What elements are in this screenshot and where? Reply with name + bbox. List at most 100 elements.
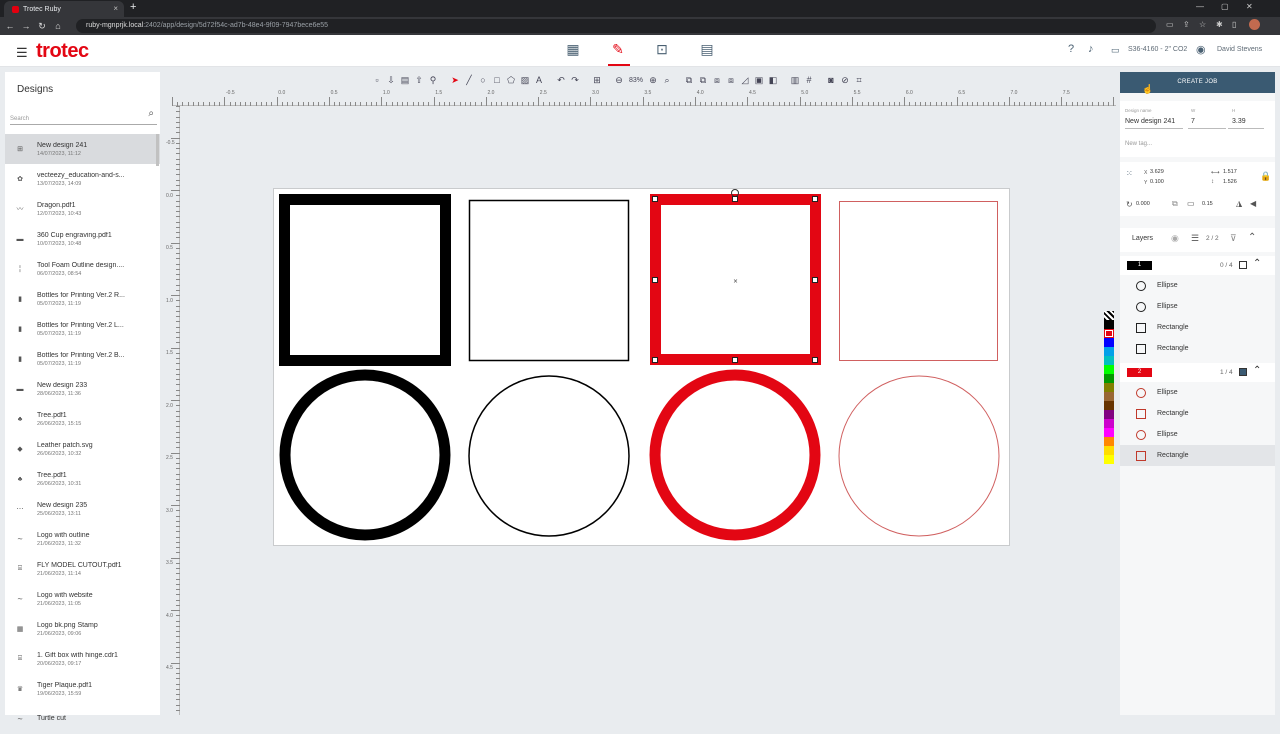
- palette-swatch[interactable]: [1104, 392, 1114, 401]
- resize-handle-t[interactable]: [732, 196, 738, 202]
- resize-handle-b[interactable]: [732, 357, 738, 363]
- design-canvas[interactable]: ×: [273, 188, 1010, 546]
- design-list-item[interactable]: ▮ Bottles for Printing Ver.2 B... 05/07/20…: [5, 344, 160, 374]
- palette-swatch[interactable]: [1104, 428, 1114, 437]
- design-list-item[interactable]: ♣ Tree.pdf1 26/06/2023, 15:15: [5, 404, 160, 434]
- minimize-icon[interactable]: —: [1196, 2, 1204, 11]
- layer-color-chip[interactable]: 1: [1127, 261, 1152, 270]
- design-name-field[interactable]: New design 241: [1125, 118, 1175, 125]
- thick-black-circle[interactable]: [279, 369, 451, 541]
- design-list-item[interactable]: ▬ 360 Cup engraving.pdf1 10/07/2023, 10:48: [5, 224, 160, 254]
- palette-swatch[interactable]: [1104, 401, 1114, 410]
- lock-ratio-icon[interactable]: 🔒: [1260, 171, 1271, 182]
- design-list-item[interactable]: ▦ Logo bk.png Stamp 21/06/2023, 09:06: [5, 614, 160, 644]
- resize-handle-bl[interactable]: [652, 357, 658, 363]
- palette-swatch[interactable]: [1104, 410, 1114, 419]
- close-tab-icon[interactable]: ×: [113, 4, 118, 13]
- collapse-all-icon[interactable]: ⌃: [1248, 232, 1256, 243]
- reload-icon[interactable]: ↻: [34, 21, 50, 32]
- flip-horizontal-icon[interactable]: ◀: [1250, 199, 1256, 208]
- layer-item[interactable]: Ellipse: [1120, 275, 1275, 296]
- install-icon[interactable]: ▭: [1166, 20, 1174, 29]
- menu-icon[interactable]: ☰: [16, 45, 28, 61]
- jobs-mode-icon[interactable]: ▤: [697, 41, 717, 61]
- design-width-field[interactable]: 7: [1191, 118, 1195, 125]
- rotate-view-icon[interactable]: ⊘: [838, 73, 852, 87]
- layer-item[interactable]: Rectangle: [1120, 317, 1275, 338]
- palette-swatch[interactable]: [1104, 455, 1114, 464]
- grid-icon[interactable]: #: [802, 73, 816, 87]
- palette-swatch[interactable]: [1104, 365, 1114, 374]
- design-list-item[interactable]: ♣ Tree.pdf1 26/06/2023, 10:31: [5, 464, 160, 494]
- forward-icon[interactable]: →: [18, 21, 34, 31]
- layer-item[interactable]: Ellipse: [1120, 296, 1275, 317]
- fit-icon[interactable]: ⊞: [590, 73, 604, 87]
- design-list-item[interactable]: ⋯ New design 235 25/06/2023, 13:11: [5, 494, 160, 524]
- sidepanel-icon[interactable]: ▯: [1232, 20, 1236, 29]
- design-list-item[interactable]: ╎ Tool Foam Outline design.... 06/07/2023,…: [5, 254, 160, 284]
- image-tool-icon[interactable]: ▨: [518, 73, 532, 87]
- design-height-field[interactable]: 3.39: [1232, 118, 1246, 125]
- width-field[interactable]: 1.517: [1223, 169, 1237, 175]
- palette-swatch[interactable]: [1104, 320, 1114, 329]
- search-input[interactable]: Search: [10, 106, 157, 125]
- palette-swatch[interactable]: [1104, 383, 1114, 392]
- palette-swatch[interactable]: [1104, 329, 1114, 338]
- resize-handle-br[interactable]: [812, 357, 818, 363]
- machine-name[interactable]: S36-4160 - 2" CO2: [1128, 46, 1187, 53]
- extensions-icon[interactable]: ✱: [1216, 20, 1223, 29]
- undo-icon[interactable]: ↶: [554, 73, 568, 87]
- align-icon[interactable]: ◧: [766, 73, 780, 87]
- ungroup-icon[interactable]: ⧉: [696, 73, 710, 87]
- back-icon[interactable]: ←: [2, 21, 18, 31]
- new-file-icon[interactable]: ▫: [370, 73, 384, 87]
- layer-group-header[interactable]: 1 0 / 4 ⌃: [1120, 256, 1275, 275]
- ellipse-tool-icon[interactable]: ○: [476, 73, 490, 87]
- layer-item[interactable]: Rectangle: [1120, 338, 1275, 359]
- design-list-item[interactable]: ▮ Bottles for Printing Ver.2 L... 05/07/20…: [5, 314, 160, 344]
- weld-icon[interactable]: ⧈: [724, 73, 738, 87]
- zoom-fit-icon[interactable]: ⌕: [660, 73, 674, 87]
- rotation-field[interactable]: 0.000: [1136, 201, 1150, 207]
- home-icon[interactable]: ⌂: [50, 21, 66, 31]
- palette-swatch[interactable]: [1104, 419, 1114, 428]
- thin-black-square[interactable]: [468, 199, 630, 362]
- design-list-item[interactable]: ▮ Bottles for Printing Ver.2 R... 05/07/20…: [5, 284, 160, 314]
- polygon-tool-icon[interactable]: ⬠: [504, 73, 518, 87]
- bookmark-star-icon[interactable]: ☆: [1199, 20, 1206, 29]
- sidebar-scrollbar[interactable]: [156, 134, 159, 166]
- resize-handle-tr[interactable]: [812, 196, 818, 202]
- layers-stack-icon[interactable]: ☰: [1191, 233, 1199, 244]
- redo-icon[interactable]: ↷: [568, 73, 582, 87]
- resize-handle-l[interactable]: [652, 277, 658, 283]
- thin-black-circle[interactable]: [468, 375, 630, 537]
- palette-swatch[interactable]: [1104, 437, 1114, 446]
- layer-checkbox[interactable]: [1239, 368, 1247, 376]
- design-mode-icon[interactable]: ✎: [608, 41, 628, 61]
- collapse-icon[interactable]: ⌃: [1253, 365, 1261, 376]
- layer-color-chip[interactable]: 2: [1127, 368, 1152, 377]
- design-list-item[interactable]: ▬ New design 233 28/06/2023, 11:36: [5, 374, 160, 404]
- x-field[interactable]: 3.629: [1150, 169, 1164, 175]
- tag-input[interactable]: New tag...: [1125, 141, 1152, 147]
- design-list-item[interactable]: ✿ vecteezy_education-and-s... 13/07/2023, …: [5, 164, 160, 194]
- thick-black-square[interactable]: [279, 194, 451, 366]
- thin-red-circle[interactable]: [838, 375, 1000, 537]
- palette-pattern-swatch[interactable]: [1104, 311, 1114, 320]
- resize-handle-tl[interactable]: [652, 196, 658, 202]
- close-window-icon[interactable]: ✕: [1246, 2, 1253, 11]
- search-icon[interactable]: ⌕: [148, 108, 154, 119]
- crop-icon[interactable]: ⌗: [852, 73, 866, 87]
- resize-handle-r[interactable]: [812, 277, 818, 283]
- y-field[interactable]: 0.100: [1150, 179, 1164, 185]
- mirror-icon[interactable]: ⧉: [1172, 199, 1178, 209]
- line-tool-icon[interactable]: ╱: [462, 73, 476, 87]
- design-list-item[interactable]: ⊞ New design 241 14/07/2023, 11:12: [5, 134, 160, 164]
- design-list-item[interactable]: ⌸ 1. Gift box with hinge.cdr1 20/06/2023, …: [5, 644, 160, 674]
- maximize-icon[interactable]: ▢: [1221, 2, 1229, 11]
- array-icon[interactable]: ▣: [752, 73, 766, 87]
- palette-swatch[interactable]: [1104, 356, 1114, 365]
- profile-avatar[interactable]: [1249, 19, 1260, 30]
- palette-swatch[interactable]: [1104, 374, 1114, 383]
- browser-tab[interactable]: Trotec Ruby ×: [4, 1, 124, 17]
